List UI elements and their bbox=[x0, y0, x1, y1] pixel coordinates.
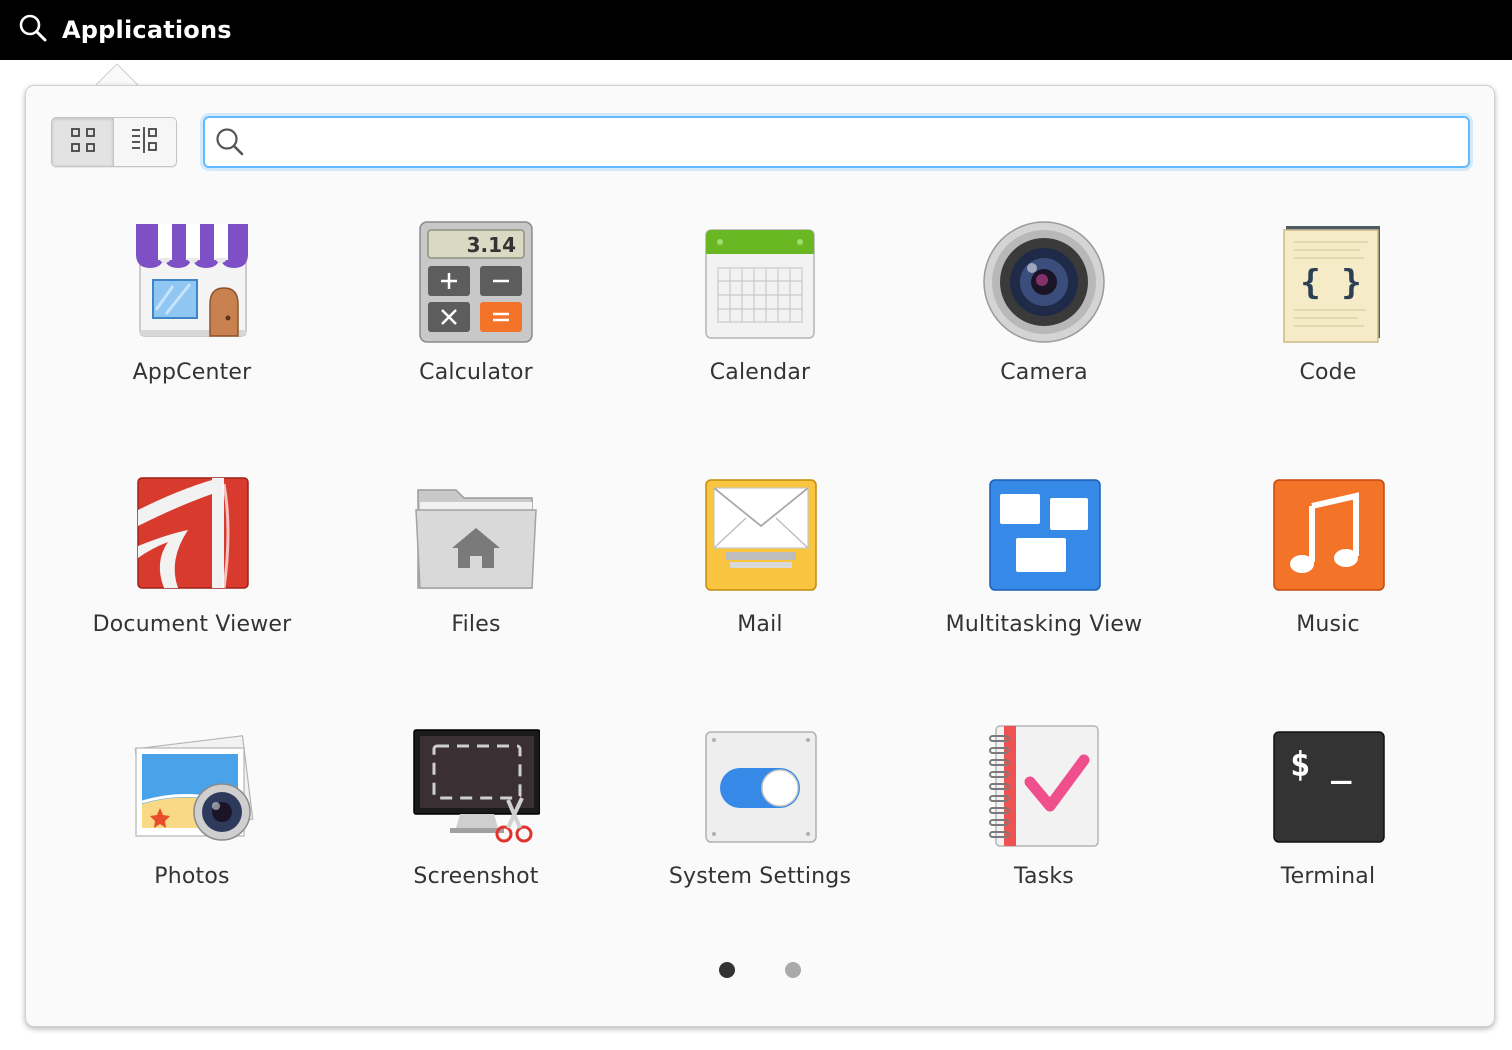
code-glyph: { } bbox=[1300, 263, 1361, 303]
app-label: Multitasking View bbox=[945, 612, 1143, 637]
app-label: Tasks bbox=[1014, 864, 1074, 889]
mail-icon bbox=[696, 470, 824, 598]
applications-popover: AppCenter 3.14 Calculator Calendar Camer… bbox=[25, 85, 1495, 1027]
app-photos[interactable]: Photos bbox=[50, 712, 334, 964]
appcenter-icon bbox=[128, 218, 256, 346]
search-icon bbox=[215, 126, 247, 158]
app-document-viewer[interactable]: Document Viewer bbox=[50, 460, 334, 712]
page-dot-1[interactable] bbox=[719, 962, 735, 978]
view-mode-toggle bbox=[51, 117, 177, 167]
app-calculator[interactable]: 3.14 Calculator bbox=[334, 208, 618, 460]
page-indicator bbox=[26, 962, 1494, 978]
grid-view-button[interactable] bbox=[52, 118, 115, 166]
category-view-button[interactable] bbox=[114, 118, 176, 166]
app-label: Music bbox=[1296, 612, 1360, 637]
applications-menu-button[interactable]: Applications bbox=[18, 10, 232, 50]
app-music[interactable]: Music bbox=[1186, 460, 1470, 712]
system-settings-icon bbox=[696, 722, 824, 850]
app-tasks[interactable]: Tasks bbox=[902, 712, 1186, 964]
app-label: AppCenter bbox=[132, 360, 252, 385]
app-label: Mail bbox=[737, 612, 783, 637]
app-code[interactable]: { } Code bbox=[1186, 208, 1470, 460]
app-label: Code bbox=[1299, 360, 1357, 385]
app-label: Calculator bbox=[419, 360, 533, 385]
app-mail[interactable]: Mail bbox=[618, 460, 902, 712]
app-multitasking-view[interactable]: Multitasking View bbox=[902, 460, 1186, 712]
app-camera[interactable]: Camera bbox=[902, 208, 1186, 460]
music-icon bbox=[1264, 470, 1392, 598]
app-calendar[interactable]: Calendar bbox=[618, 208, 902, 460]
multitasking-view-icon bbox=[980, 470, 1108, 598]
page-dot-2[interactable] bbox=[785, 962, 801, 978]
photos-icon bbox=[128, 722, 256, 850]
tasks-icon bbox=[980, 722, 1108, 850]
app-appcenter[interactable]: AppCenter bbox=[50, 208, 334, 460]
app-files[interactable]: Files bbox=[334, 460, 618, 712]
app-label: Calendar bbox=[709, 360, 811, 385]
app-system-settings[interactable]: System Settings bbox=[618, 712, 902, 964]
calendar-icon bbox=[696, 218, 824, 346]
category-view-icon bbox=[131, 127, 159, 157]
app-label: Photos bbox=[154, 864, 230, 889]
app-label: Files bbox=[451, 612, 501, 637]
app-terminal[interactable]: $ _ Terminal bbox=[1186, 712, 1470, 964]
files-icon bbox=[412, 470, 540, 598]
search-input[interactable] bbox=[257, 121, 1411, 163]
calculator-icon: 3.14 bbox=[412, 218, 540, 346]
camera-icon bbox=[980, 218, 1108, 346]
terminal-prompt: $ _ bbox=[1290, 745, 1352, 785]
calculator-display-text: 3.14 bbox=[467, 233, 516, 257]
app-label: Document Viewer bbox=[92, 612, 292, 637]
terminal-icon: $ _ bbox=[1264, 722, 1392, 850]
search-icon bbox=[18, 13, 48, 47]
app-grid: AppCenter 3.14 Calculator Calendar Camer… bbox=[50, 208, 1470, 964]
grid-view-icon bbox=[70, 127, 96, 157]
app-label: System Settings bbox=[668, 864, 852, 889]
applications-label: Applications bbox=[62, 16, 232, 44]
document-viewer-icon bbox=[128, 470, 256, 598]
code-icon: { } bbox=[1264, 218, 1392, 346]
app-label: Terminal bbox=[1280, 864, 1376, 889]
app-label: Camera bbox=[1000, 360, 1088, 385]
top-panel: Applications bbox=[0, 0, 1512, 60]
screenshot-icon bbox=[412, 722, 540, 850]
app-screenshot[interactable]: Screenshot bbox=[334, 712, 618, 964]
app-label: Screenshot bbox=[413, 864, 539, 889]
search-field[interactable] bbox=[203, 116, 1470, 168]
